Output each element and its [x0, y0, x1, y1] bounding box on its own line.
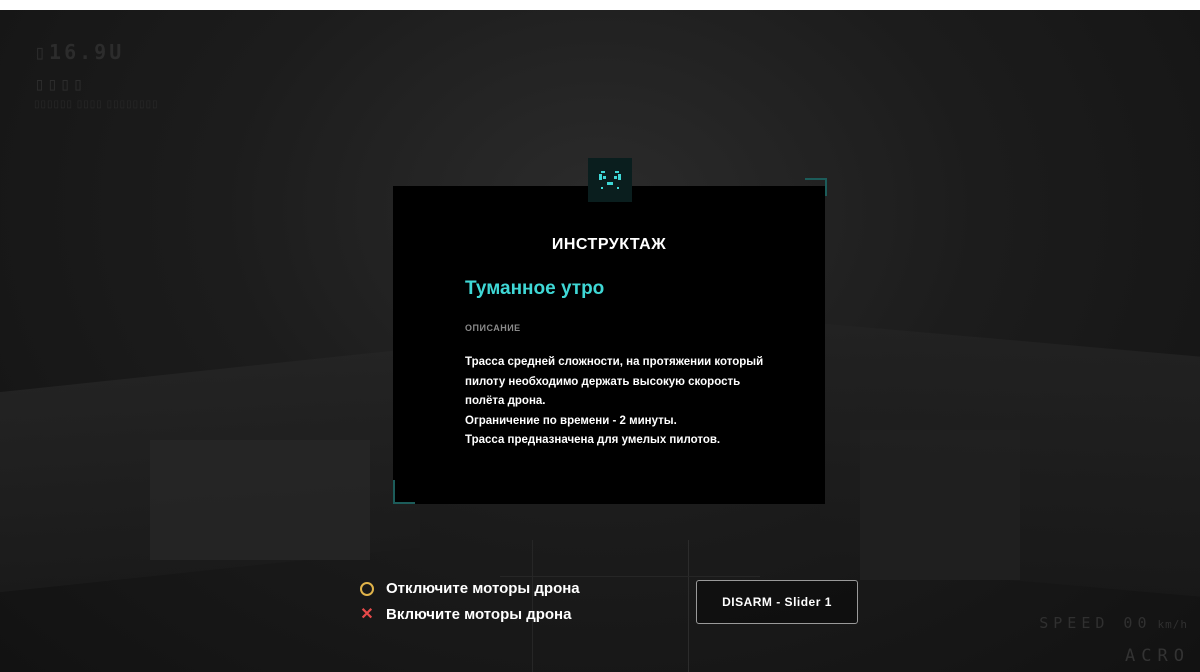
hint-disable-motors: Отключите моторы дрона — [358, 580, 580, 597]
panel-corner-accent — [825, 178, 827, 196]
speed-value: SPEED 00 — [1039, 614, 1152, 632]
circle-icon — [358, 581, 376, 596]
hint-text: Включите моторы дрона — [386, 606, 572, 623]
disarm-button[interactable]: DISARM - Slider 1 — [696, 580, 858, 624]
drone-face-icon — [588, 158, 632, 202]
track-description: Трасса средней сложности, на протяжении … — [465, 353, 785, 451]
hud-telemetry-line: ▯▯▯▯ — [34, 74, 86, 95]
track-name: Туманное утро — [465, 278, 605, 299]
panel-corner-accent — [393, 502, 415, 504]
hud-telemetry: ▯16.9U ▯▯▯▯ ▯▯▯▯▯▯ ▯▯▯▯ ▯▯▯▯▯▯▯▯ — [34, 40, 159, 110]
disarm-button-label: DISARM - Slider 1 — [722, 595, 832, 609]
panel-corner-accent — [805, 178, 827, 180]
panel-corner-accent — [393, 480, 395, 502]
description-line: Трасса средней сложности, на протяжении … — [465, 356, 764, 368]
description-line: пилоту необходимо держать высокую скорос… — [465, 375, 741, 388]
hint-enable-motors: ✕ Включите моторы дрона — [358, 606, 571, 623]
description-label: ОПИСАНИЕ — [465, 323, 521, 333]
background-building — [150, 440, 370, 560]
flight-mode: ACRO — [1125, 646, 1190, 666]
hud-telemetry-line: ▯16.9U — [34, 40, 125, 64]
briefing-panel — [393, 186, 825, 504]
description-line: полёта дрона. — [465, 395, 546, 407]
description-line: Ограничение по времени - 2 минуты. — [465, 414, 677, 427]
hud-crosshair-line — [500, 576, 760, 577]
briefing-title: ИНСТРУКТАЖ — [551, 236, 667, 253]
hint-text: Отключите моторы дрона — [386, 580, 580, 597]
description-line: Трасса предназначена для умелых пилотов. — [465, 434, 721, 446]
background-building — [860, 430, 1020, 580]
hud-telemetry-line: ▯▯▯▯▯▯ ▯▯▯▯ ▯▯▯▯▯▯▯▯ — [34, 99, 159, 110]
hud-speed: SPEED 00 km/h — [1039, 614, 1188, 632]
cross-icon: ✕ — [360, 605, 374, 623]
hud-crosshair-line — [688, 540, 689, 672]
speed-unit: km/h — [1157, 618, 1188, 631]
